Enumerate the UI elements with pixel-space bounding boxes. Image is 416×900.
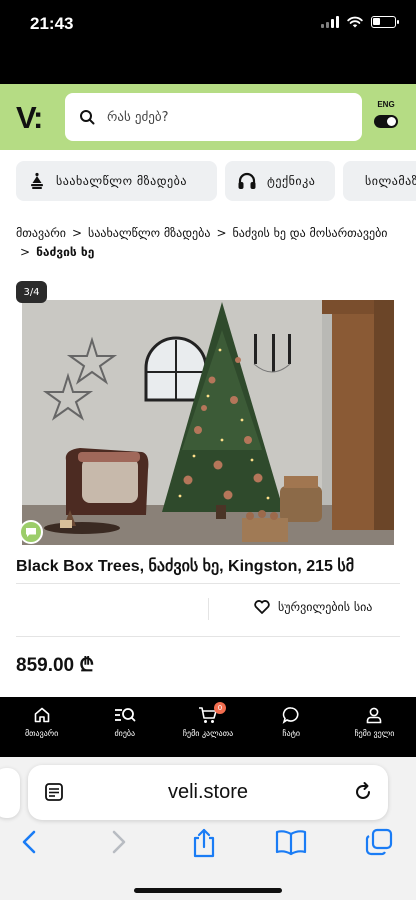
safari-chrome: veli.store <box>0 757 416 900</box>
site-header: V: ENG <box>0 84 416 150</box>
nav-label: მთავარი <box>24 729 59 738</box>
product-image[interactable] <box>22 300 394 545</box>
cart-count-badge: 0 <box>214 702 226 714</box>
status-icons <box>321 16 399 28</box>
search-list-icon <box>114 708 136 722</box>
breadcrumb-current: ნაძვის ხე <box>36 245 95 259</box>
forward-arrow-icon[interactable] <box>108 827 130 857</box>
search-bar[interactable] <box>65 93 362 141</box>
chevron-right-icon: > <box>20 245 31 259</box>
category-label: სილამაზე <box>365 174 416 188</box>
breadcrumb-link[interactable]: მთავარი <box>16 226 66 240</box>
add-to-wishlist-button[interactable]: სურვილების სია <box>254 600 372 614</box>
chat-widget-button[interactable] <box>19 520 43 544</box>
language-toggle[interactable] <box>374 115 398 128</box>
app-bottom-nav: მთავარი ძიება 0 ჩემი კალათა ჩატი ჩემი ვე… <box>0 697 416 757</box>
cellular-signal-icon <box>321 16 339 28</box>
breadcrumb-link[interactable]: ნაძვის ხე და მოსართავები <box>233 226 388 240</box>
nav-search[interactable]: ძიება <box>83 697 166 757</box>
nav-label: ძიება <box>114 729 136 738</box>
nav-label: ჩატი <box>282 729 301 738</box>
url-text: veli.store <box>167 781 249 803</box>
nav-home[interactable]: მთავარი <box>0 697 83 757</box>
breadcrumb-link[interactable]: საახალწლო მზადება <box>88 226 210 240</box>
chat-icon <box>26 527 36 537</box>
tabs-icon[interactable] <box>364 827 394 857</box>
christmas-tree-photo <box>22 300 394 545</box>
reload-icon[interactable] <box>352 781 374 803</box>
language-label: ENG <box>377 100 395 109</box>
status-time: 21:43 <box>30 14 74 33</box>
chevron-right-icon: > <box>71 226 83 240</box>
divider <box>16 636 400 637</box>
back-arrow-icon[interactable] <box>18 827 40 857</box>
nav-chat[interactable]: ჩატი <box>250 697 333 757</box>
christmas-tree-icon <box>31 172 43 189</box>
home-icon <box>34 707 49 723</box>
nav-label: ჩემი ველი <box>354 729 395 738</box>
breadcrumb: მთავარი > საახალწლო მზადება > ნაძვის ხე და მ… <box>16 224 408 262</box>
nav-label: ჩემი კალათა <box>182 729 234 738</box>
product-title: Black Box Trees, ნაძვის ხე, Kingston, 21… <box>16 558 355 575</box>
image-counter: 3/4 <box>16 281 47 303</box>
nav-profile[interactable]: ჩემი ველი <box>333 697 416 757</box>
search-icon <box>80 110 95 125</box>
category-label: ტექნიკა <box>267 174 316 188</box>
ios-status-bar: 21:43 <box>0 0 416 84</box>
user-icon <box>367 707 382 724</box>
chat-icon <box>282 707 299 724</box>
previous-tab-peek[interactable] <box>0 768 20 818</box>
category-chip-tech[interactable]: ტექნიკა <box>225 161 335 201</box>
category-label: საახალწლო მზადება <box>56 174 187 188</box>
address-bar[interactable]: veli.store <box>28 765 388 820</box>
divider <box>16 583 400 584</box>
home-indicator <box>134 888 282 893</box>
chevron-right-icon: > <box>216 226 227 240</box>
bookmarks-icon[interactable] <box>274 827 308 857</box>
wifi-icon <box>347 16 363 28</box>
battery-icon <box>371 16 399 28</box>
search-input[interactable] <box>107 109 337 125</box>
category-chip-new-year[interactable]: საახალწლო მზადება <box>16 161 217 201</box>
share-icon[interactable] <box>190 827 218 859</box>
wishlist-label: სურვილების სია <box>278 600 373 614</box>
language-switcher[interactable]: ENG <box>374 100 398 128</box>
divider <box>208 598 209 620</box>
nav-cart[interactable]: 0 ჩემი კალათა <box>166 697 249 757</box>
category-chip-beauty[interactable]: სილამაზე <box>343 161 416 201</box>
category-chips: საახალწლო მზადება ტექნიკა სილამაზე <box>0 150 416 214</box>
veli-logo[interactable]: V: <box>16 100 43 136</box>
product-price: 859.00 ₾ <box>16 655 95 676</box>
heart-icon <box>254 600 270 614</box>
headphones-icon <box>238 172 256 189</box>
